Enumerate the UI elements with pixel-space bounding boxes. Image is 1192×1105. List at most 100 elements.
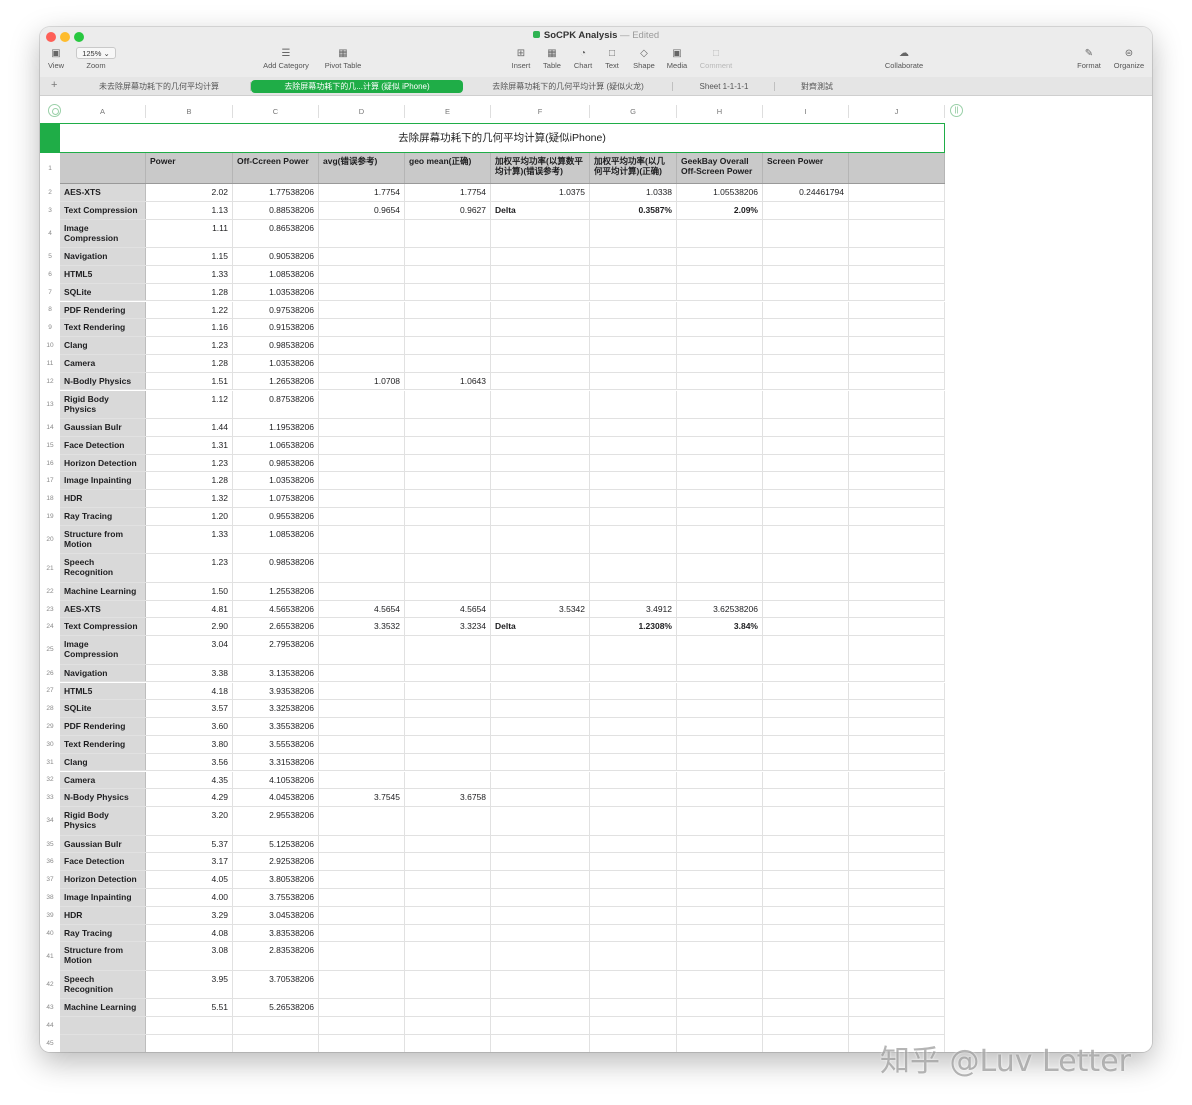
table-cell[interactable] bbox=[590, 636, 677, 664]
table-cell[interactable] bbox=[763, 283, 849, 301]
table-cell[interactable] bbox=[319, 582, 405, 600]
table-cell[interactable]: 3.3234 bbox=[405, 618, 491, 636]
table-cell[interactable] bbox=[849, 853, 945, 871]
row-number[interactable]: 19 bbox=[40, 513, 60, 520]
table-cell[interactable] bbox=[677, 906, 763, 924]
table-cell[interactable]: 4.18 bbox=[146, 682, 233, 700]
table-cell[interactable] bbox=[849, 970, 945, 999]
table-cell[interactable] bbox=[763, 1035, 849, 1052]
sheet-tab-1[interactable]: 未去除屏幕功耗下的几何平均计算 bbox=[74, 80, 244, 93]
table-cell[interactable] bbox=[763, 201, 849, 219]
table-cell[interactable] bbox=[763, 924, 849, 942]
row-label-cell[interactable] bbox=[60, 1035, 146, 1052]
table-cell[interactable]: 1.22 bbox=[146, 301, 233, 319]
table-cell[interactable] bbox=[763, 301, 849, 319]
table-cell[interactable] bbox=[590, 700, 677, 718]
table-cell[interactable]: 3.84% bbox=[677, 618, 763, 636]
header-cell[interactable] bbox=[60, 153, 146, 183]
table-cell[interactable] bbox=[590, 508, 677, 525]
table-cell[interactable] bbox=[590, 301, 677, 319]
table-cell[interactable]: 5.26538206 bbox=[233, 999, 319, 1017]
table-cell[interactable] bbox=[677, 248, 763, 265]
table-cell[interactable] bbox=[590, 372, 677, 390]
table-cell[interactable]: 1.0643 bbox=[405, 372, 491, 390]
row-label-cell[interactable]: Image Compression bbox=[60, 636, 146, 664]
table-cell[interactable] bbox=[491, 871, 590, 888]
table-cell[interactable]: 1.28 bbox=[146, 354, 233, 372]
table-cell[interactable] bbox=[849, 337, 945, 354]
table-cell[interactable] bbox=[491, 807, 590, 835]
row-label-cell[interactable]: Clang bbox=[60, 337, 146, 354]
row-label-cell[interactable]: SQLite bbox=[60, 700, 146, 718]
table-cell[interactable]: 3.80538206 bbox=[233, 871, 319, 888]
table-cell[interactable]: 1.12 bbox=[146, 390, 233, 418]
media-button[interactable]: ▣ Media bbox=[664, 47, 690, 70]
table-cell[interactable] bbox=[677, 789, 763, 807]
table-cell[interactable] bbox=[590, 419, 677, 436]
table-cell[interactable] bbox=[405, 853, 491, 871]
table-cell[interactable]: 3.93538206 bbox=[233, 682, 319, 700]
table-cell[interactable] bbox=[405, 889, 491, 906]
table-cell[interactable]: 3.7545 bbox=[319, 789, 405, 807]
table-cell[interactable] bbox=[763, 436, 849, 454]
table-cell[interactable] bbox=[849, 718, 945, 735]
table-cell[interactable] bbox=[677, 490, 763, 507]
table-cell[interactable] bbox=[491, 664, 590, 682]
table-cell[interactable] bbox=[677, 889, 763, 906]
table-cell[interactable] bbox=[849, 319, 945, 337]
table-cell[interactable] bbox=[491, 582, 590, 600]
table-cell[interactable] bbox=[763, 771, 849, 789]
table-cell[interactable] bbox=[763, 999, 849, 1017]
table-cell[interactable] bbox=[590, 942, 677, 970]
table-cell[interactable] bbox=[849, 354, 945, 372]
table-cell[interactable] bbox=[405, 999, 491, 1017]
table-cell[interactable] bbox=[763, 1017, 849, 1034]
table-cell[interactable]: 3.13538206 bbox=[233, 664, 319, 682]
table-cell[interactable] bbox=[677, 735, 763, 753]
table-cell[interactable] bbox=[763, 807, 849, 835]
table-cell[interactable] bbox=[405, 337, 491, 354]
table-cell[interactable] bbox=[491, 490, 590, 507]
column-header[interactable]: A bbox=[60, 105, 146, 118]
table-cell[interactable] bbox=[763, 753, 849, 771]
table-cell[interactable]: 1.03538206 bbox=[233, 283, 319, 301]
table-cell[interactable] bbox=[677, 265, 763, 283]
table-cell[interactable] bbox=[319, 248, 405, 265]
table-cell[interactable]: 4.5654 bbox=[319, 600, 405, 618]
table-cell[interactable] bbox=[590, 1035, 677, 1052]
table-cell[interactable] bbox=[763, 700, 849, 718]
table-cell[interactable] bbox=[491, 1035, 590, 1052]
table-cell[interactable]: 3.55538206 bbox=[233, 735, 319, 753]
table-cell[interactable] bbox=[319, 490, 405, 507]
table-cell[interactable]: 1.06538206 bbox=[233, 436, 319, 454]
table-cell[interactable] bbox=[319, 1017, 405, 1034]
row-number[interactable]: 35 bbox=[40, 841, 60, 848]
header-cell[interactable]: Screen Power bbox=[763, 153, 849, 183]
table-cell[interactable] bbox=[319, 265, 405, 283]
table-cell[interactable] bbox=[146, 1017, 233, 1034]
row-label-cell[interactable]: Image Inpainting bbox=[60, 889, 146, 906]
table-cell[interactable]: 3.38 bbox=[146, 664, 233, 682]
table-cell[interactable] bbox=[849, 248, 945, 265]
table-cell[interactable]: 4.56538206 bbox=[233, 600, 319, 618]
table-cell[interactable]: 3.70538206 bbox=[233, 970, 319, 999]
table-cell[interactable] bbox=[677, 871, 763, 888]
table-cell[interactable] bbox=[590, 735, 677, 753]
table-cell[interactable] bbox=[405, 1035, 491, 1052]
table-cell[interactable] bbox=[677, 853, 763, 871]
table-cell[interactable]: 4.00 bbox=[146, 889, 233, 906]
table-cell[interactable] bbox=[590, 807, 677, 835]
table-cell[interactable] bbox=[677, 525, 763, 554]
table-cell[interactable] bbox=[849, 184, 945, 201]
table-cell[interactable]: 1.03538206 bbox=[233, 354, 319, 372]
row-label-cell[interactable]: Text Compression bbox=[60, 201, 146, 219]
table-cell[interactable] bbox=[405, 490, 491, 507]
sheet-tab-5[interactable]: 對齊測試 bbox=[780, 80, 854, 93]
table-cell[interactable] bbox=[405, 700, 491, 718]
table-cell[interactable] bbox=[319, 525, 405, 554]
table-cell[interactable] bbox=[405, 682, 491, 700]
table-cell[interactable] bbox=[849, 664, 945, 682]
table-cell[interactable]: 4.35 bbox=[146, 771, 233, 789]
table-cell[interactable] bbox=[319, 835, 405, 853]
table-cell[interactable] bbox=[677, 354, 763, 372]
